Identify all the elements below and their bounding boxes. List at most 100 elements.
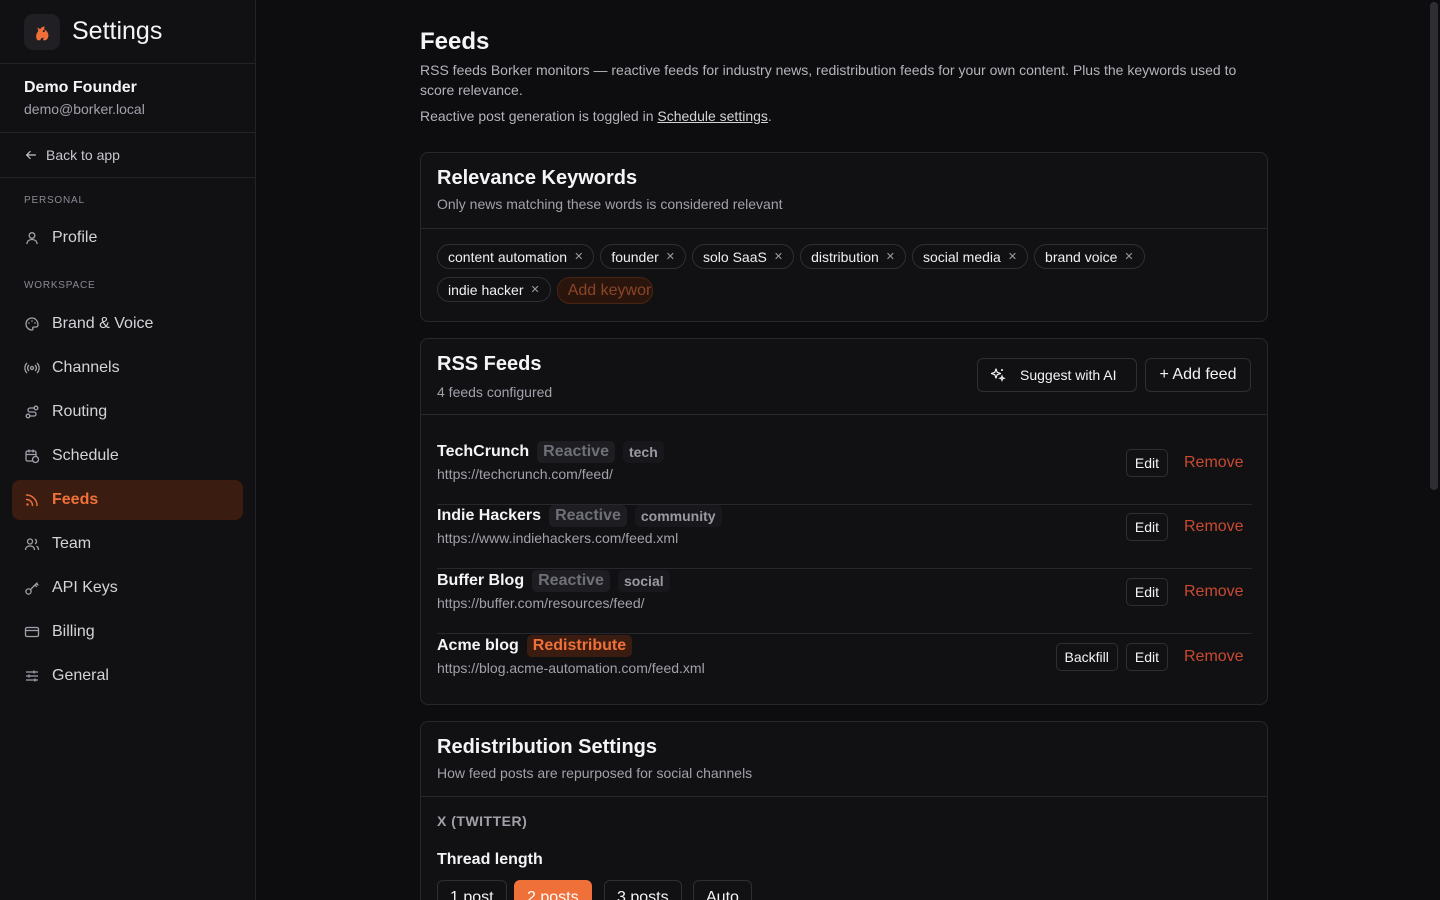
- remove-keyword-icon[interactable]: ✕: [774, 250, 783, 263]
- thread-option-auto[interactable]: Auto: [693, 880, 752, 900]
- section-workspace-label: WORKSPACE: [24, 280, 96, 291]
- remove-feed-button[interactable]: Remove: [1184, 648, 1252, 666]
- sidebar-item-label: Channels: [52, 359, 120, 376]
- feed-type-badge: Reactive: [549, 505, 627, 527]
- sidebar-item-feeds[interactable]: Feeds: [12, 480, 243, 520]
- relevance-keywords-card: Relevance Keywords Only news matching th…: [420, 152, 1268, 322]
- sidebar-item-label: Routing: [52, 403, 108, 420]
- feed-name: Acme blog: [437, 637, 519, 654]
- sidebar-item-api-keys[interactable]: API Keys: [12, 568, 243, 608]
- card-header: Relevance Keywords Only news matching th…: [421, 153, 1267, 229]
- thread-option-3-posts[interactable]: 3 posts: [604, 880, 682, 900]
- sidebar-item-schedule[interactable]: Schedule: [12, 436, 243, 476]
- sidebar-item-team[interactable]: Team: [12, 524, 243, 564]
- feed-title: Indie Hackers Reactive community: [437, 505, 722, 527]
- feed-type-badge: Reactive: [537, 441, 615, 463]
- sidebar-item-label: Team: [52, 535, 92, 552]
- calendar-clock-icon: [24, 448, 40, 464]
- card-subtitle: Only news matching these words is consid…: [437, 196, 783, 212]
- redistribution-settings-card: Redistribution Settings How feed posts a…: [420, 721, 1268, 900]
- feed-title: Buffer Blog Reactive social: [437, 570, 670, 592]
- edit-feed-button[interactable]: Edit: [1125, 578, 1168, 606]
- keyword-chip: solo SaaS ✕: [692, 244, 795, 269]
- add-keyword-input[interactable]: Add keyword...: [556, 277, 653, 304]
- user-email: demo@borker.local: [24, 101, 145, 117]
- back-label: Back to app: [46, 147, 120, 163]
- feed-type-badge: Reactive: [532, 570, 610, 592]
- feed-actions: Edit Remove: [1125, 449, 1252, 477]
- remove-keyword-icon[interactable]: ✕: [531, 283, 540, 296]
- section-personal-label: PERSONAL: [24, 195, 85, 206]
- scrollbar-thumb[interactable]: [1430, 2, 1438, 490]
- card-subtitle: How feed posts are repurposed for social…: [437, 765, 753, 781]
- rss-feeds-card: RSS Feeds 4 feeds configured Suggest wit…: [420, 338, 1268, 705]
- remove-feed-button[interactable]: Remove: [1184, 583, 1252, 601]
- remove-keyword-icon[interactable]: ✕: [574, 250, 583, 263]
- sliders-icon: [24, 668, 40, 684]
- feed-url: https://blog.acme-automation.com/feed.xm…: [437, 660, 705, 676]
- remove-keyword-icon[interactable]: ✕: [1008, 250, 1017, 263]
- remove-keyword-icon[interactable]: ✕: [1124, 250, 1133, 263]
- feed-url: https://techcrunch.com/feed/: [437, 466, 613, 482]
- card-title: Redistribution Settings: [437, 736, 657, 758]
- keyword-list: content automation ✕ founder ✕ solo SaaS ✕ …: [421, 229, 1181, 319]
- sidebar-item-brand-voice[interactable]: Brand & Voice: [12, 304, 243, 344]
- borker-logo-icon: [24, 13, 60, 50]
- keyword-label: founder: [611, 248, 659, 265]
- feed-actions: Edit Remove: [1125, 578, 1252, 606]
- keyword-chip: content automation ✕: [437, 244, 595, 269]
- keyword-chip: distribution ✕: [800, 244, 906, 269]
- feed-row: Buffer Blog Reactive social https://buff…: [437, 570, 1252, 634]
- sidebar-item-label: Profile: [52, 229, 98, 246]
- sidebar-item-label: General: [52, 667, 109, 684]
- remove-keyword-icon[interactable]: ✕: [886, 250, 895, 263]
- brand-header: Settings: [0, 0, 255, 64]
- feed-name: Buffer Blog: [437, 572, 525, 589]
- keyword-label: content automation: [448, 248, 568, 265]
- feed-name: Indie Hackers: [437, 507, 542, 524]
- sidebar-item-label: Schedule: [52, 447, 119, 464]
- sidebar-item-profile[interactable]: Profile: [12, 218, 243, 258]
- remove-keyword-icon[interactable]: ✕: [666, 250, 675, 263]
- page-description: RSS feeds Borker monitors — reactive fee…: [420, 62, 1237, 98]
- sidebar: Settings Demo Founder demo@borker.local …: [0, 0, 256, 900]
- rss-icon: [24, 492, 40, 508]
- sidebar-item-routing[interactable]: Routing: [12, 392, 243, 432]
- backfill-button[interactable]: Backfill: [1055, 643, 1118, 671]
- platform-label: X (TWITTER): [437, 813, 528, 829]
- keyword-label: solo SaaS: [703, 248, 767, 265]
- edit-feed-button[interactable]: Edit: [1125, 643, 1168, 671]
- thread-option-1-post[interactable]: 1 post: [437, 880, 507, 900]
- suggest-with-ai-button[interactable]: Suggest with AI: [977, 358, 1137, 392]
- keyword-label: distribution: [811, 248, 879, 265]
- edit-feed-button[interactable]: Edit: [1125, 449, 1168, 477]
- card-header: RSS Feeds 4 feeds configured Suggest wit…: [421, 339, 1267, 415]
- edit-feed-button[interactable]: Edit: [1125, 513, 1168, 541]
- keyword-label: social media: [922, 248, 1001, 265]
- schedule-settings-link[interactable]: Schedule settings: [657, 108, 768, 124]
- thread-option-2-posts[interactable]: 2 posts: [514, 880, 592, 900]
- remove-feed-button[interactable]: Remove: [1184, 518, 1252, 536]
- sidebar-item-channels[interactable]: Channels: [12, 348, 243, 388]
- feed-tag: social: [617, 570, 670, 592]
- remove-feed-button[interactable]: Remove: [1184, 454, 1252, 472]
- feed-url: https://www.indiehackers.com/feed.xml: [437, 530, 679, 546]
- sidebar-item-billing[interactable]: Billing: [12, 612, 243, 652]
- keyword-chip: founder ✕: [600, 244, 687, 269]
- feed-row: Indie Hackers Reactive community https:/…: [437, 505, 1252, 569]
- page-note: Reactive post generation is toggled in S…: [420, 108, 772, 124]
- sidebar-item-label: Billing: [52, 623, 95, 640]
- add-feed-button[interactable]: + Add feed: [1145, 358, 1251, 392]
- sidebar-item-general[interactable]: General: [12, 656, 243, 696]
- feed-name: TechCrunch: [437, 443, 530, 460]
- user-icon: [24, 230, 40, 246]
- route-icon: [24, 404, 40, 420]
- page-note-suffix: .: [767, 108, 772, 124]
- feed-actions: Backfill Edit Remove: [1055, 643, 1252, 671]
- sidebar-item-label: API Keys: [52, 579, 118, 596]
- feed-tag: tech: [622, 441, 664, 463]
- keyword-label: brand voice: [1045, 248, 1118, 265]
- scrollbar[interactable]: [1428, 0, 1440, 900]
- feed-url: https://buffer.com/resources/feed/: [437, 595, 645, 611]
- back-to-app-link[interactable]: Back to app: [0, 133, 255, 178]
